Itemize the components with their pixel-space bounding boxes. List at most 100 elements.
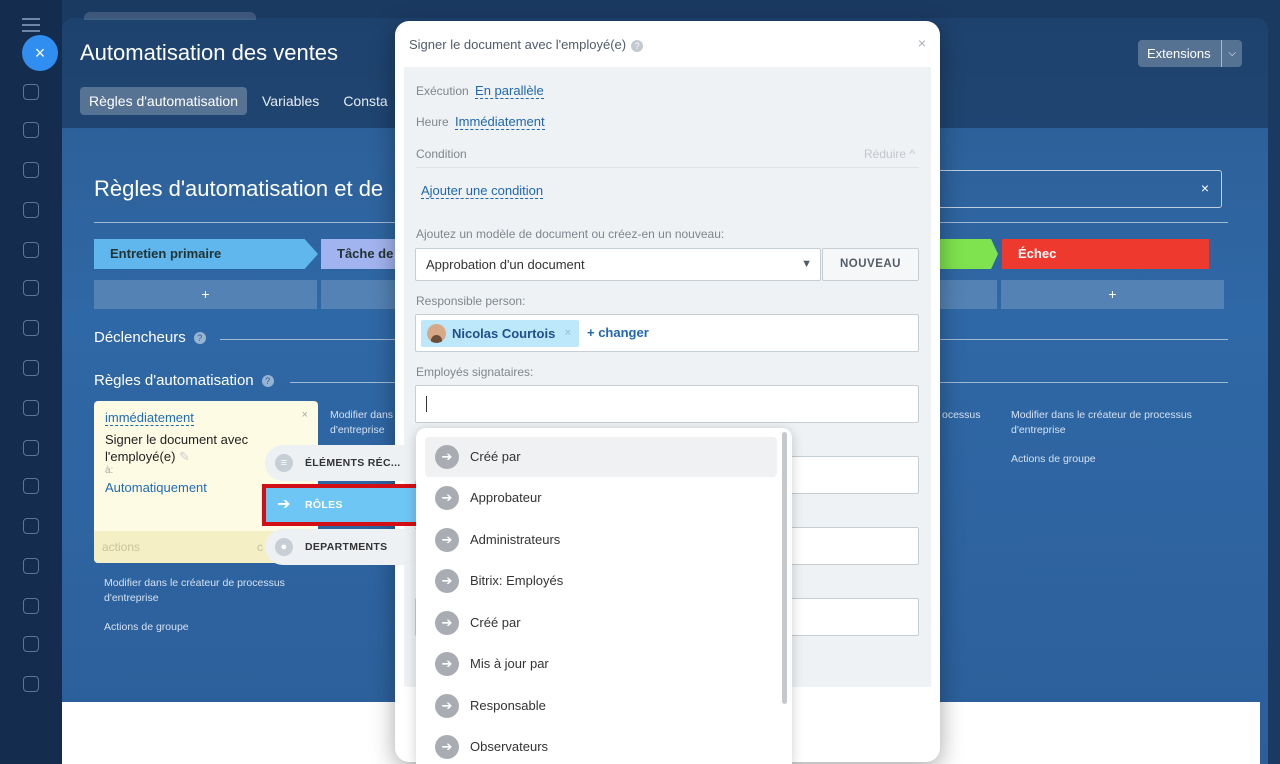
new-template-button[interactable]: NOUVEAU <box>822 248 919 281</box>
role-option[interactable]: ➔ Bitrix: Employés <box>425 561 777 601</box>
contacts-icon[interactable] <box>23 360 39 376</box>
role-option[interactable]: ➔ Observateurs <box>425 727 777 764</box>
box-icon[interactable] <box>23 558 39 574</box>
drive-icon[interactable] <box>23 280 39 296</box>
role-option[interactable]: ➔ Créé par <box>425 437 777 477</box>
role-option[interactable]: ➔ Créé par <box>425 603 777 643</box>
add-trigger-button[interactable]: + <box>94 280 317 309</box>
processus-fragment: ocessus <box>942 409 981 421</box>
dialog-title: Signer le document avec l'employé(e)? <box>409 37 644 52</box>
chat-icon[interactable] <box>23 122 39 138</box>
tasks-icon[interactable] <box>23 162 39 178</box>
arrow-right-icon: ➔ <box>435 569 459 593</box>
extensions-label: Extensions <box>1147 46 1211 61</box>
page-tabs: Règles d'automatisation Variables Consta <box>80 87 397 115</box>
help-icon[interactable]: ? <box>631 40 644 52</box>
rule-to-value[interactable]: Automatiquement <box>105 480 207 495</box>
stage-entretien-primaire[interactable]: Entretien primaire <box>94 239 318 269</box>
dropdown-scrollbar[interactable] <box>782 432 787 704</box>
stage-success[interactable] <box>940 239 998 269</box>
role-option-label: Responsable <box>470 698 546 713</box>
help-icon[interactable]: ? <box>193 332 206 345</box>
pencil-icon[interactable]: ✎ <box>179 449 190 464</box>
signers-label: Employés signataires: <box>416 365 534 379</box>
add-trigger-button[interactable] <box>321 280 396 309</box>
role-option[interactable]: ➔ Approbateur <box>425 478 777 518</box>
extensions-button[interactable]: Extensions ⌵ <box>1138 40 1242 67</box>
time-link[interactable]: Immédiatement <box>455 114 545 130</box>
store-icon[interactable] <box>23 636 39 652</box>
menu-recent-items[interactable]: ≡ ÉLÉMENTS RÉC... <box>265 445 418 481</box>
tab-variables[interactable]: Variables <box>253 87 328 115</box>
rule-actions: actions <box>102 540 141 554</box>
close-slider-button[interactable]: × <box>22 35 58 71</box>
signers-input[interactable] <box>415 385 919 423</box>
arrow-right-icon: ➔ <box>435 528 459 552</box>
crm-icon[interactable] <box>23 400 39 416</box>
search-input[interactable]: × <box>930 170 1222 208</box>
menu-icon[interactable] <box>22 18 40 36</box>
divider <box>930 382 1228 383</box>
list-icon: ≡ <box>275 454 293 472</box>
close-icon[interactable]: × <box>918 35 926 51</box>
reduce-link[interactable]: Réduire ^ <box>864 147 915 161</box>
tab-constants[interactable]: Consta <box>334 87 396 115</box>
template-select[interactable]: Approbation d'un document ▼ <box>415 248 821 281</box>
modify-link[interactable]: Modifier dans d'entreprise <box>330 408 398 438</box>
user-chip-name: Nicolas Courtois <box>452 326 556 341</box>
chevron-down-icon: ⌵ <box>1221 40 1236 67</box>
add-condition-link[interactable]: Ajouter une condition <box>421 183 544 199</box>
add-trigger-button[interactable]: + <box>1001 280 1224 309</box>
help-icon[interactable]: ? <box>261 375 274 388</box>
user-chip[interactable]: Nicolas Courtois × <box>421 320 579 347</box>
role-option[interactable]: ➔ Administrateurs <box>425 520 777 560</box>
clear-icon[interactable]: × <box>1201 180 1209 196</box>
sites-icon[interactable] <box>23 440 39 456</box>
role-option-label: Mis à jour par <box>470 656 549 671</box>
group-actions-link[interactable]: Actions de groupe <box>104 620 189 635</box>
execution-label: Exécution <box>416 84 469 98</box>
modify-link[interactable]: Modifier dans le créateur de processus d… <box>1011 408 1221 438</box>
chevron-down-icon: ▼ <box>801 258 812 270</box>
time-label: Heure <box>416 115 449 129</box>
arrow-right-icon: ➔ <box>435 445 459 469</box>
filter-icon[interactable] <box>23 518 39 534</box>
responsible-field[interactable]: Nicolas Courtois × + changer <box>415 314 919 352</box>
arrow-right-icon: ➔ <box>435 652 459 676</box>
dialog-title-text: Signer le document avec l'employé(e) <box>409 37 627 52</box>
role-option[interactable]: ➔ Mis à jour par <box>425 644 777 684</box>
role-option-label: Observateurs <box>470 739 549 754</box>
modify-link[interactable]: Modifier dans le créateur de processus d… <box>104 576 314 606</box>
rule-timing-link[interactable]: immédiatement <box>105 410 194 426</box>
more-icon[interactable] <box>23 676 39 692</box>
group-actions-link[interactable]: Actions de groupe <box>1011 452 1096 467</box>
condition-row: Condition Réduire ^ <box>416 146 919 168</box>
role-option-label: Approbateur <box>470 490 542 505</box>
cart-icon[interactable] <box>23 598 39 614</box>
remove-icon[interactable]: × <box>565 320 571 347</box>
responsible-label: Responsible person: <box>416 294 526 308</box>
mail-icon[interactable] <box>23 320 39 336</box>
menu-departments[interactable]: ● DEPARTMENTS <box>265 529 418 565</box>
menu-label: ÉLÉMENTS RÉC... <box>305 457 401 469</box>
role-option[interactable]: ➔ Responsable <box>425 686 777 726</box>
docs-icon[interactable] <box>23 242 39 258</box>
stage-echec[interactable]: Échec <box>1002 239 1209 269</box>
stage-tache[interactable]: Tâche de <box>321 239 401 269</box>
add-trigger-button[interactable] <box>940 280 997 309</box>
change-link[interactable]: + changer <box>587 325 649 340</box>
avatar <box>427 324 446 343</box>
group-icon: ● <box>275 538 293 556</box>
calendar-icon[interactable] <box>23 202 39 218</box>
highlight-frame <box>262 484 420 526</box>
roles-dropdown: ➔ Créé par ➔ Approbateur ➔ Administrateurs … <box>416 428 792 764</box>
tab-rules[interactable]: Règles d'automatisation <box>80 87 247 115</box>
text-caret <box>426 396 427 412</box>
check-icon[interactable] <box>23 478 39 494</box>
rule-name: Signer le document avec l'employé(e) ✎ <box>105 431 275 465</box>
close-icon[interactable]: × <box>302 409 308 421</box>
tab-hint <box>84 12 256 20</box>
role-option-label: Bitrix: Employés <box>470 573 564 588</box>
flow-icon[interactable] <box>23 84 39 100</box>
execution-link[interactable]: En parallèle <box>475 83 544 99</box>
